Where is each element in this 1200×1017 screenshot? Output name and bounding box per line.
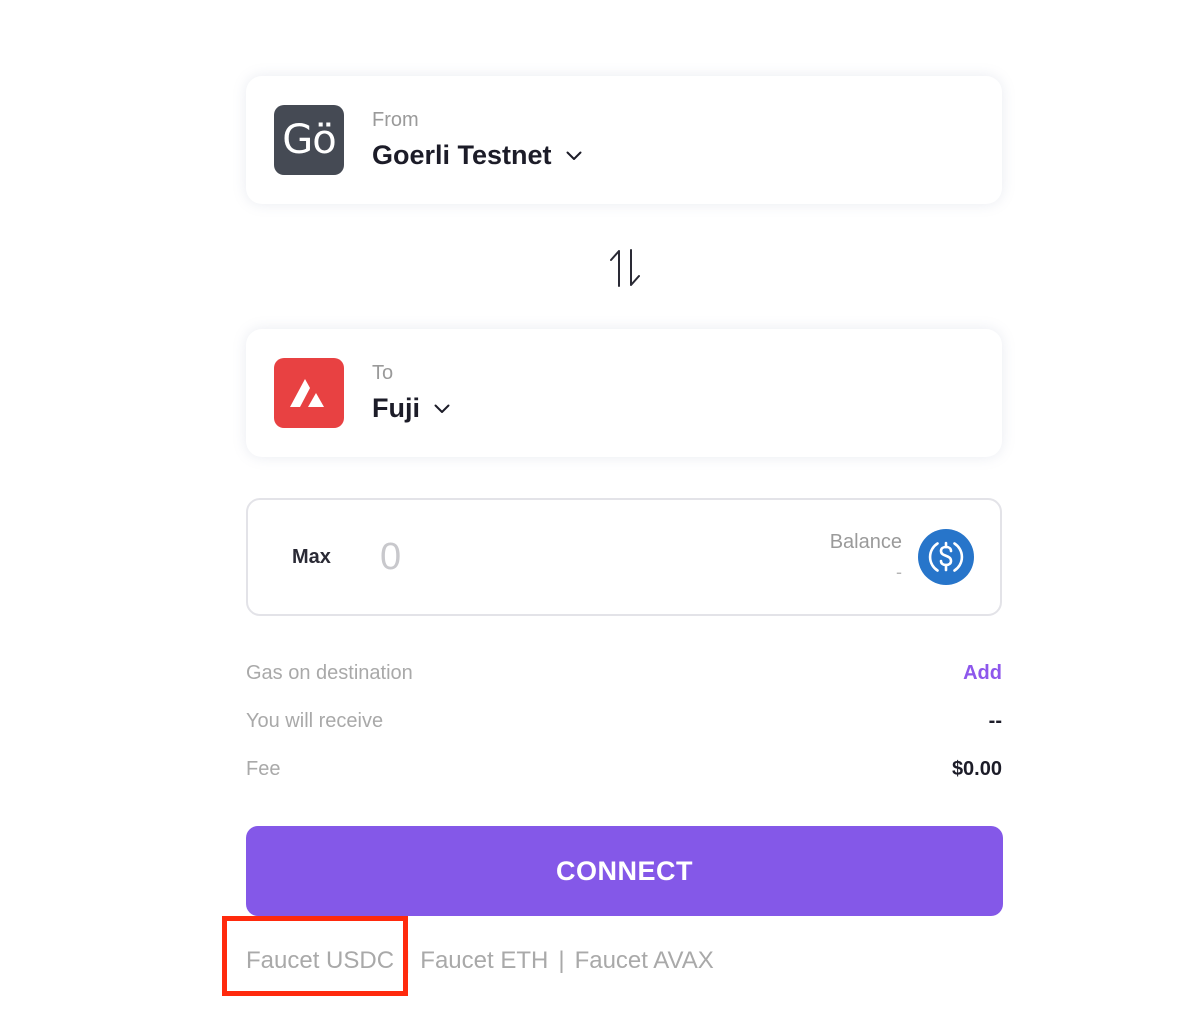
fee-value: $0.00 <box>951 757 1002 780</box>
to-label: To <box>372 362 394 384</box>
bridge-page: Gö From Goerli Testnet To Fuji Max 0 Bal… <box>0 0 1200 1017</box>
usdc-icon[interactable] <box>918 529 974 585</box>
you-will-receive-row: You will receive -- <box>246 707 1002 735</box>
max-button[interactable]: Max <box>292 546 331 569</box>
from-network-name: Goerli Testnet <box>372 140 552 170</box>
fee-label: Fee <box>246 757 281 780</box>
goerli-logo: Gö <box>274 105 344 175</box>
goerli-logo-text: Gö <box>282 117 336 163</box>
faucet-usdc-link[interactable]: Faucet USDC <box>246 947 394 975</box>
receive-value: -- <box>988 709 1002 732</box>
from-network-select[interactable]: Goerli Testnet <box>372 140 582 171</box>
balance-label: Balance <box>829 531 902 553</box>
amount-input[interactable] <box>380 532 760 582</box>
avalanche-logo <box>274 358 344 428</box>
gas-on-destination-row: Gas on destination Add <box>246 659 1002 687</box>
avalanche-icon <box>290 379 324 407</box>
faucet-links: Faucet USDC | Faucet ETH | Faucet AVAX <box>246 945 714 977</box>
faucet-separator: | <box>558 947 565 974</box>
swap-direction-icon[interactable] <box>606 248 644 288</box>
amount-panel: Max Balance - <box>246 498 1002 616</box>
to-network-card[interactable]: To Fuji <box>246 329 1002 457</box>
gas-label: Gas on destination <box>246 661 413 684</box>
add-gas-link[interactable]: Add <box>963 662 1002 685</box>
fee-row: Fee $0.00 <box>246 755 1002 783</box>
to-network-name: Fuji <box>372 393 420 423</box>
faucet-separator: | <box>404 947 411 974</box>
balance-value: - <box>896 562 902 582</box>
connect-button[interactable]: CONNECT <box>246 826 1003 916</box>
faucet-eth-link[interactable]: Faucet ETH <box>420 947 548 975</box>
to-network-select[interactable]: Fuji <box>372 393 450 424</box>
faucet-avax-link[interactable]: Faucet AVAX <box>575 947 714 975</box>
from-label: From <box>372 109 419 131</box>
chevron-down-icon <box>566 151 582 160</box>
chevron-down-icon <box>434 404 450 413</box>
receive-label: You will receive <box>246 709 384 732</box>
from-network-card[interactable]: Gö From Goerli Testnet <box>246 76 1002 204</box>
